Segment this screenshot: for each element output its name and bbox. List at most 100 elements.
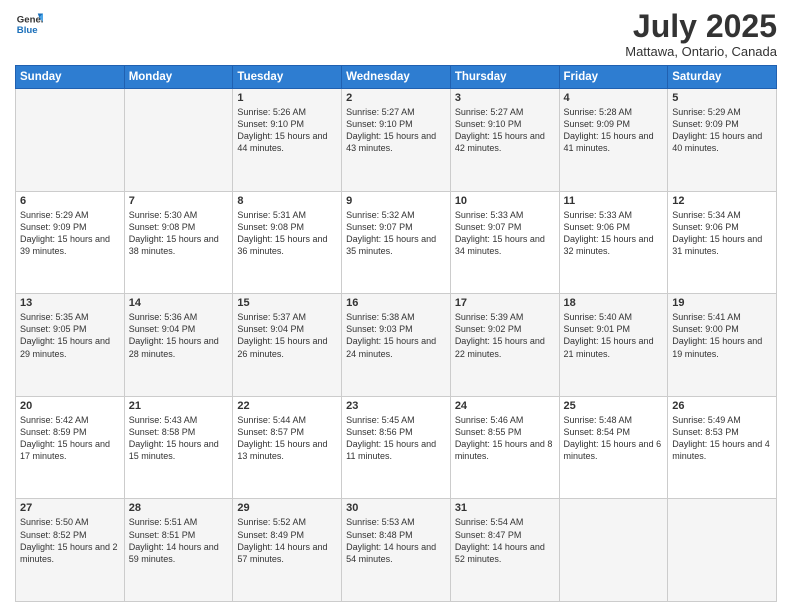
daylight-text: Daylight: 15 hours and 22 minutes.	[455, 335, 555, 359]
calendar-cell-1-5: 11 Sunrise: 5:33 AMSunset: 9:06 PMDayligh…	[559, 191, 668, 294]
day-info: Sunrise: 5:35 AMSunset: 9:05 PMDaylight:…	[20, 311, 120, 360]
sunrise-text: Sunrise: 5:33 AM	[455, 209, 555, 221]
daylight-text: Daylight: 15 hours and 29 minutes.	[20, 335, 120, 359]
daylight-text: Daylight: 15 hours and 35 minutes.	[346, 233, 446, 257]
calendar-cell-2-3: 16Sunrise: 5:38 AMSunset: 9:03 PMDayligh…	[342, 294, 451, 397]
sunrise-text: Sunrise: 5:31 AM	[237, 209, 337, 221]
sunrise-text: Sunrise: 5:54 AM	[455, 516, 555, 528]
calendar-cell-2-2: 15Sunrise: 5:37 AMSunset: 9:04 PMDayligh…	[233, 294, 342, 397]
day-info: Sunrise: 5:46 AMSunset: 8:55 PMDaylight:…	[455, 414, 555, 463]
sunrise-text: Sunrise: 5:27 AM	[455, 106, 555, 118]
sunset-text: Sunset: 9:05 PM	[20, 323, 120, 335]
calendar-cell-1-2: 8Sunrise: 5:31 AMSunset: 9:08 PMDaylight…	[233, 191, 342, 294]
day-info: Sunrise: 5:32 AMSunset: 9:07 PMDaylight:…	[346, 209, 446, 258]
sunrise-text: Sunrise: 5:38 AM	[346, 311, 446, 323]
day-number: 25	[564, 400, 664, 412]
daylight-text: Daylight: 15 hours and 24 minutes.	[346, 335, 446, 359]
sunset-text: Sunset: 8:52 PM	[20, 529, 120, 541]
day-number: 10	[455, 195, 555, 207]
calendar-cell-4-6	[668, 499, 777, 602]
sunrise-text: Sunrise: 5:29 AM	[20, 209, 120, 221]
sunrise-text: Sunrise: 5:35 AM	[20, 311, 120, 323]
sunset-text: Sunset: 9:00 PM	[672, 323, 772, 335]
day-number: 26	[672, 400, 772, 412]
week-row-1: 1Sunrise: 5:26 AMSunset: 9:10 PMDaylight…	[16, 89, 777, 192]
calendar-cell-1-1: 7Sunrise: 5:30 AMSunset: 9:08 PMDaylight…	[124, 191, 233, 294]
day-info: Sunrise: 5:27 AMSunset: 9:10 PMDaylight:…	[346, 106, 446, 155]
sunrise-text: Sunrise: 5:41 AM	[672, 311, 772, 323]
day-number: 15	[237, 297, 337, 309]
title-block: July 2025 Mattawa, Ontario, Canada	[625, 10, 777, 59]
daylight-text: Daylight: 15 hours and 6 minutes.	[564, 438, 664, 462]
day-info: Sunrise: 5:36 AMSunset: 9:04 PMDaylight:…	[129, 311, 229, 360]
sunrise-text: Sunrise: 5:45 AM	[346, 414, 446, 426]
day-number: 11	[564, 195, 664, 207]
day-number: 20	[20, 400, 120, 412]
day-number: 7	[129, 195, 229, 207]
calendar-cell-3-1: 21Sunrise: 5:43 AMSunset: 8:58 PMDayligh…	[124, 396, 233, 499]
day-info: Sunrise: 5:52 AMSunset: 8:49 PMDaylight:…	[237, 516, 337, 565]
sunrise-text: Sunrise: 5:27 AM	[346, 106, 446, 118]
sunset-text: Sunset: 9:01 PM	[564, 323, 664, 335]
sunset-text: Sunset: 9:09 PM	[672, 118, 772, 130]
daylight-text: Daylight: 15 hours and 8 minutes.	[455, 438, 555, 462]
col-wednesday: Wednesday	[342, 66, 451, 89]
sunrise-text: Sunrise: 5:49 AM	[672, 414, 772, 426]
daylight-text: Daylight: 15 hours and 39 minutes.	[20, 233, 120, 257]
day-info: Sunrise: 5:27 AMSunset: 9:10 PMDaylight:…	[455, 106, 555, 155]
daylight-text: Daylight: 15 hours and 42 minutes.	[455, 130, 555, 154]
day-number: 2	[346, 92, 446, 104]
day-info: Sunrise: 5:45 AMSunset: 8:56 PMDaylight:…	[346, 414, 446, 463]
daylight-text: Daylight: 15 hours and 43 minutes.	[346, 130, 446, 154]
sunrise-text: Sunrise: 5:43 AM	[129, 414, 229, 426]
sunrise-text: Sunrise: 5:29 AM	[672, 106, 772, 118]
sunset-text: Sunset: 9:02 PM	[455, 323, 555, 335]
day-number: 17	[455, 297, 555, 309]
day-number: 31	[455, 502, 555, 514]
sunset-text: Sunset: 9:10 PM	[455, 118, 555, 130]
day-number: 28	[129, 502, 229, 514]
sunset-text: Sunset: 9:08 PM	[237, 221, 337, 233]
calendar-cell-4-0: 27 Sunrise: 5:50 AMSunset: 8:52 PMDayligh…	[16, 499, 125, 602]
day-info: Sunrise: 5:26 AMSunset: 9:10 PMDaylight:…	[237, 106, 337, 155]
week-row-3: 13Sunrise: 5:35 AMSunset: 9:05 PMDayligh…	[16, 294, 777, 397]
month-title: July 2025	[625, 10, 777, 42]
sunrise-text: Sunrise: 5:50 AM	[20, 516, 120, 528]
calendar-cell-0-3: 2 Sunrise: 5:27 AMSunset: 9:10 PMDaylight…	[342, 89, 451, 192]
day-info: Sunrise: 5:50 AMSunset: 8:52 PMDaylight:…	[20, 516, 120, 565]
sunset-text: Sunset: 8:59 PM	[20, 426, 120, 438]
day-info: Sunrise: 5:42 AMSunset: 8:59 PMDaylight:…	[20, 414, 120, 463]
day-number: 27	[20, 502, 120, 514]
sunset-text: Sunset: 9:07 PM	[346, 221, 446, 233]
daylight-text: Daylight: 15 hours and 28 minutes.	[129, 335, 229, 359]
day-info: Sunrise: 5:33 AMSunset: 9:06 PMDaylight:…	[564, 209, 664, 258]
sunset-text: Sunset: 8:55 PM	[455, 426, 555, 438]
header: General Blue July 2025 Mattawa, Ontario,…	[15, 10, 777, 59]
day-info: Sunrise: 5:40 AMSunset: 9:01 PMDaylight:…	[564, 311, 664, 360]
sunrise-text: Sunrise: 5:26 AM	[237, 106, 337, 118]
day-number: 1	[237, 92, 337, 104]
daylight-text: Daylight: 15 hours and 15 minutes.	[129, 438, 229, 462]
sunrise-text: Sunrise: 5:51 AM	[129, 516, 229, 528]
calendar-cell-0-1	[124, 89, 233, 192]
sunset-text: Sunset: 9:07 PM	[455, 221, 555, 233]
day-info: Sunrise: 5:33 AMSunset: 9:07 PMDaylight:…	[455, 209, 555, 258]
calendar-cell-0-2: 1 Sunrise: 5:26 AMSunset: 9:10 PMDaylight…	[233, 89, 342, 192]
daylight-text: Daylight: 14 hours and 54 minutes.	[346, 541, 446, 565]
day-info: Sunrise: 5:41 AMSunset: 9:00 PMDaylight:…	[672, 311, 772, 360]
sunset-text: Sunset: 8:47 PM	[455, 529, 555, 541]
col-saturday: Saturday	[668, 66, 777, 89]
day-number: 8	[237, 195, 337, 207]
calendar-cell-4-1: 28Sunrise: 5:51 AMSunset: 8:51 PMDayligh…	[124, 499, 233, 602]
day-info: Sunrise: 5:29 AMSunset: 9:09 PMDaylight:…	[672, 106, 772, 155]
day-number: 29	[237, 502, 337, 514]
sunrise-text: Sunrise: 5:33 AM	[564, 209, 664, 221]
calendar-cell-3-6: 26Sunrise: 5:49 AMSunset: 8:53 PMDayligh…	[668, 396, 777, 499]
location: Mattawa, Ontario, Canada	[625, 44, 777, 59]
sunrise-text: Sunrise: 5:37 AM	[237, 311, 337, 323]
day-number: 6	[20, 195, 120, 207]
daylight-text: Daylight: 15 hours and 41 minutes.	[564, 130, 664, 154]
sunset-text: Sunset: 8:53 PM	[672, 426, 772, 438]
col-sunday: Sunday	[16, 66, 125, 89]
day-number: 19	[672, 297, 772, 309]
